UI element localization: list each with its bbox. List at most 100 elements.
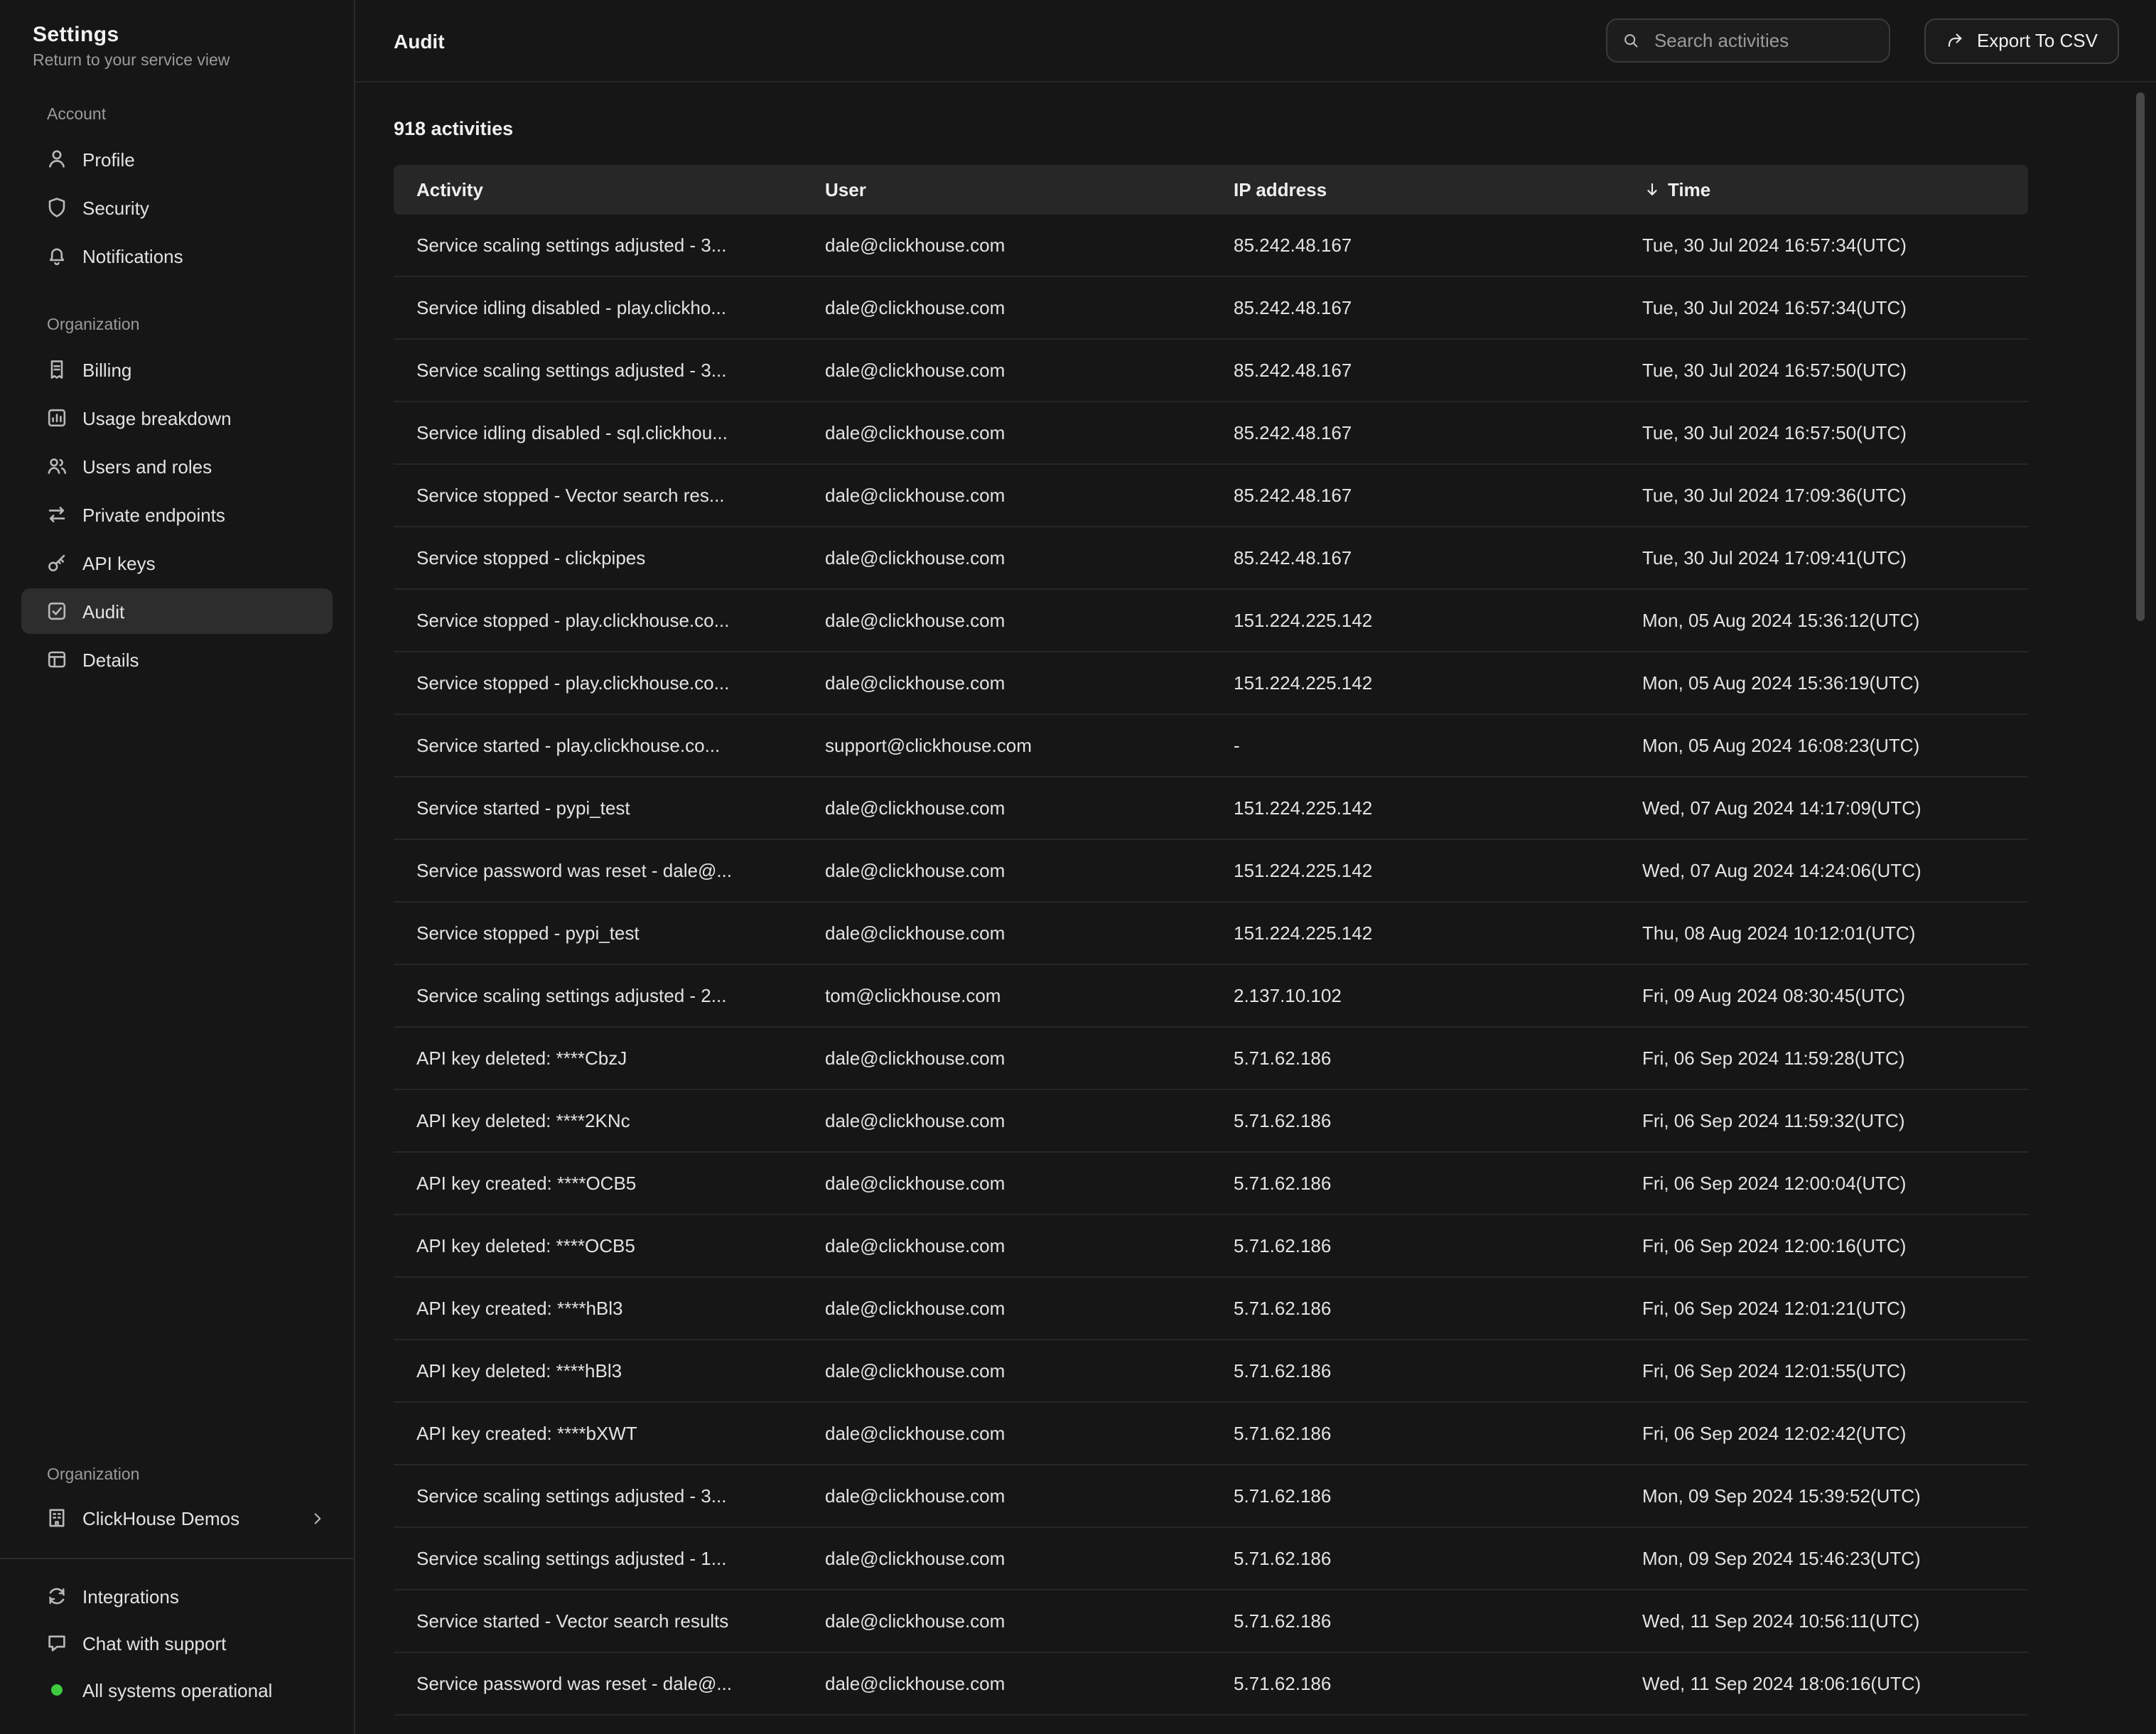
sidebar-item-private-endpoints[interactable]: Private endpoints bbox=[21, 492, 333, 537]
person-icon bbox=[45, 148, 68, 171]
cell-time: Tue, 30 Jul 2024 16:57:34(UTC) bbox=[1619, 235, 2028, 256]
sidebar-header: Settings Return to your service view bbox=[0, 0, 354, 70]
return-to-service-link[interactable]: Return to your service view bbox=[33, 53, 230, 70]
divider bbox=[0, 1558, 354, 1559]
sidebar-item-api-keys[interactable]: API keys bbox=[21, 540, 333, 586]
table-row: Service idling disabled - play.clickho..… bbox=[394, 277, 2028, 340]
cell-ip: 85.242.48.167 bbox=[1211, 235, 1619, 256]
sidebar-item-usage-breakdown[interactable]: Usage breakdown bbox=[21, 395, 333, 441]
cell-time: Wed, 07 Aug 2024 14:17:09(UTC) bbox=[1619, 797, 2028, 819]
sidebar-item-label: Usage breakdown bbox=[82, 407, 232, 429]
cell-ip: 5.71.62.186 bbox=[1211, 1673, 1619, 1694]
receipt-icon bbox=[45, 358, 68, 381]
sidebar-item-security[interactable]: Security bbox=[21, 185, 333, 230]
cell-activity: API key deleted: ****OCB5 bbox=[394, 1235, 802, 1256]
cell-user: dale@clickhouse.com bbox=[802, 1548, 1211, 1569]
cell-time: Fri, 06 Sep 2024 12:01:21(UTC) bbox=[1619, 1298, 2028, 1319]
cell-ip: 5.71.62.186 bbox=[1211, 1048, 1619, 1069]
cell-activity: API key created: ****hBl3 bbox=[394, 1298, 802, 1319]
cell-time: Wed, 11 Sep 2024 18:06:16(UTC) bbox=[1619, 1673, 2028, 1694]
chart-icon bbox=[45, 406, 68, 429]
check-square-icon bbox=[45, 600, 68, 623]
table-row: Service scaling settings adjusted - 1...… bbox=[394, 1528, 2028, 1590]
cell-activity: Service stopped - Vector search res... bbox=[394, 485, 802, 506]
page-title: Audit bbox=[394, 29, 445, 52]
cell-time: Mon, 09 Sep 2024 15:39:52(UTC) bbox=[1619, 1485, 2028, 1507]
sidebar-item-audit[interactable]: Audit bbox=[21, 588, 333, 634]
cell-user: dale@clickhouse.com bbox=[802, 1110, 1211, 1131]
sidebar-item-system-status[interactable]: All systems operational bbox=[21, 1667, 333, 1713]
cell-time: Mon, 05 Aug 2024 15:36:12(UTC) bbox=[1619, 610, 2028, 631]
sidebar-item-profile[interactable]: Profile bbox=[21, 136, 333, 182]
cell-activity: Service stopped - play.clickhouse.co... bbox=[394, 672, 802, 694]
cell-activity: Service stopped - play.clickhouse.co... bbox=[394, 610, 802, 631]
cell-ip: 151.224.225.142 bbox=[1211, 610, 1619, 631]
cell-ip: 2.137.10.102 bbox=[1211, 985, 1619, 1006]
search-activities-box[interactable] bbox=[1606, 18, 1890, 63]
cell-ip: 5.71.62.186 bbox=[1211, 1173, 1619, 1194]
cell-ip: 5.71.62.186 bbox=[1211, 1360, 1619, 1382]
sidebar-item-label: API keys bbox=[82, 552, 156, 573]
cell-user: dale@clickhouse.com bbox=[802, 1298, 1211, 1319]
cell-user: dale@clickhouse.com bbox=[802, 860, 1211, 881]
chevron-right-icon bbox=[308, 1509, 327, 1527]
cell-time: Fri, 09 Aug 2024 08:30:45(UTC) bbox=[1619, 985, 2028, 1006]
table-row: Service stopped - clickpipes dale@clickh… bbox=[394, 527, 2028, 590]
cell-user: dale@clickhouse.com bbox=[802, 672, 1211, 694]
chat-bubble-icon bbox=[45, 1632, 68, 1654]
cell-ip: 5.71.62.186 bbox=[1211, 1110, 1619, 1131]
users-icon bbox=[45, 455, 68, 478]
sidebar-item-billing[interactable]: Billing bbox=[21, 347, 333, 392]
table-row: API key created: ****OCB5 dale@clickhous… bbox=[394, 1153, 2028, 1215]
table-row: Service started - pypi_test dale@clickho… bbox=[394, 777, 2028, 840]
sidebar-item-notifications[interactable]: Notifications bbox=[21, 233, 333, 279]
cell-user: dale@clickhouse.com bbox=[802, 1235, 1211, 1256]
cell-activity: Service scaling settings adjusted - 3... bbox=[394, 235, 802, 256]
sidebar-item-users-and-roles[interactable]: Users and roles bbox=[21, 443, 333, 489]
column-header-user[interactable]: User bbox=[802, 179, 1211, 200]
export-csv-button[interactable]: Export To CSV bbox=[1924, 18, 2119, 63]
sidebar-item-label: Audit bbox=[82, 601, 124, 622]
swap-arrows-icon bbox=[45, 503, 68, 526]
column-header-ip[interactable]: IP address bbox=[1211, 179, 1619, 200]
cell-user: dale@clickhouse.com bbox=[802, 297, 1211, 318]
search-activities-input[interactable] bbox=[1651, 28, 1875, 53]
cell-user: dale@clickhouse.com bbox=[802, 1360, 1211, 1382]
settings-sidebar: Settings Return to your service view Acc… bbox=[0, 0, 355, 1734]
column-header-activity[interactable]: Activity bbox=[394, 179, 802, 200]
cell-user: dale@clickhouse.com bbox=[802, 360, 1211, 381]
sidebar-item-label: Security bbox=[82, 197, 149, 218]
sidebar-item-chat-support[interactable]: Chat with support bbox=[21, 1620, 333, 1666]
cell-activity: API key deleted: ****hBl3 bbox=[394, 1360, 802, 1382]
cell-user: dale@clickhouse.com bbox=[802, 797, 1211, 819]
cell-user: dale@clickhouse.com bbox=[802, 922, 1211, 944]
page-header: Audit Export To CSV bbox=[355, 0, 2156, 82]
table-row: Service scaling settings adjusted - 3...… bbox=[394, 1465, 2028, 1528]
cell-activity: Service password was reset - dale@... bbox=[394, 1673, 802, 1694]
sidebar-item-label: Chat with support bbox=[82, 1632, 226, 1654]
sidebar-item-label: Notifications bbox=[82, 245, 183, 266]
column-header-time[interactable]: Time bbox=[1619, 179, 2028, 200]
sidebar-item-integrations[interactable]: Integrations bbox=[21, 1573, 333, 1619]
cell-time: Fri, 06 Sep 2024 12:01:55(UTC) bbox=[1619, 1360, 2028, 1382]
cell-activity: Service scaling settings adjusted - 1... bbox=[394, 1548, 802, 1569]
org-switcher[interactable]: ClickHouse Demos bbox=[21, 1495, 333, 1541]
cell-time: Tue, 30 Jul 2024 16:57:50(UTC) bbox=[1619, 360, 2028, 381]
account-section-label: Account bbox=[47, 107, 354, 124]
table-row: Service stopped - pypi_test dale@clickho… bbox=[394, 903, 2028, 965]
cell-ip: 5.71.62.186 bbox=[1211, 1485, 1619, 1507]
cell-user: dale@clickhouse.com bbox=[802, 547, 1211, 569]
cell-ip: 151.224.225.142 bbox=[1211, 672, 1619, 694]
cell-ip: 151.224.225.142 bbox=[1211, 922, 1619, 944]
vertical-scrollbar-thumb[interactable] bbox=[2136, 92, 2145, 621]
sidebar-item-label: Billing bbox=[82, 359, 131, 380]
sidebar-item-details[interactable]: Details bbox=[21, 637, 333, 682]
table-row: Service stopped - play.clickhouse.co... … bbox=[394, 590, 2028, 652]
search-icon bbox=[1622, 31, 1640, 50]
status-green-dot bbox=[51, 1684, 63, 1696]
cell-time: Tue, 30 Jul 2024 16:57:50(UTC) bbox=[1619, 422, 2028, 443]
cell-user: dale@clickhouse.com bbox=[802, 485, 1211, 506]
cell-activity: Service stopped - pypi_test bbox=[394, 922, 802, 944]
table-row: API key created: ****hBl3 dale@clickhous… bbox=[394, 1278, 2028, 1340]
column-label: Activity bbox=[416, 179, 483, 200]
